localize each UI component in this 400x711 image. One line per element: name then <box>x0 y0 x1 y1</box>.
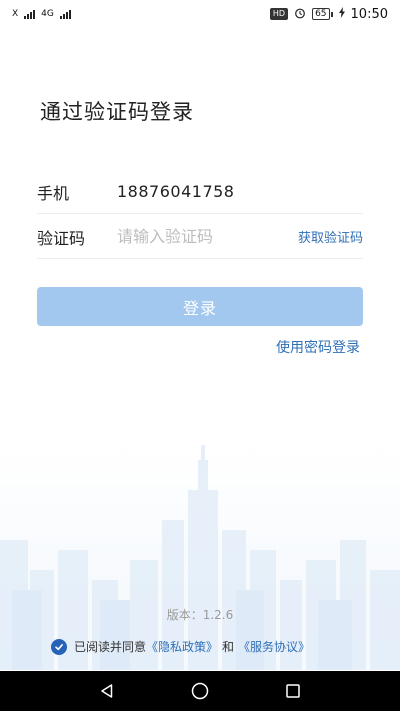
navigation-bar <box>0 671 400 711</box>
signal-strength-icon <box>59 9 71 19</box>
agreement-row: 已阅读并同意 《隐私政策》 和 《服务协议》 <box>51 638 310 655</box>
status-bar-right: HD 65 10:50 <box>269 6 388 22</box>
code-input[interactable] <box>117 227 298 246</box>
no-sim-indicator: X <box>12 8 19 19</box>
password-login-link[interactable]: 使用密码登录 <box>276 337 360 357</box>
privacy-policy-link[interactable]: 《隐私政策》 <box>146 638 218 655</box>
get-code-button[interactable]: 获取验证码 <box>298 227 363 246</box>
status-bar-left: X 4G <box>12 9 71 19</box>
status-bar: X 4G HD 65 10:50 <box>0 0 400 28</box>
recents-square-icon[interactable] <box>278 676 308 706</box>
login-button[interactable]: 登录 <box>37 287 363 326</box>
home-circle-icon[interactable] <box>185 676 215 706</box>
check-icon <box>55 643 63 650</box>
hd-icon: HD <box>269 8 289 20</box>
battery-icon: 65 <box>312 8 333 20</box>
agree-and-text: 和 <box>222 640 235 654</box>
clock-time: 10:50 <box>350 6 388 22</box>
back-triangle-icon[interactable] <box>92 676 122 706</box>
phone-row: 手机 18876041758 <box>37 170 363 214</box>
alarm-icon <box>294 7 306 22</box>
agree-prefix-text: 已阅读并同意 <box>74 640 147 654</box>
page-title: 通过验证码登录 <box>40 100 194 124</box>
charging-icon <box>338 7 345 21</box>
code-label: 验证码 <box>37 228 86 248</box>
network-type-label: 4G <box>41 8 54 19</box>
code-row: 验证码 获取验证码 <box>37 215 363 259</box>
agree-checkbox[interactable] <box>51 638 67 655</box>
signal-icon <box>24 9 36 19</box>
phone-input[interactable]: 18876041758 <box>117 182 363 201</box>
service-agreement-link[interactable]: 《服务协议》 <box>238 638 310 655</box>
city-skyline-background <box>0 440 400 670</box>
phone-label: 手机 <box>37 183 70 203</box>
battery-level: 65 <box>312 8 330 20</box>
version-label: 版本：1.2.6 <box>166 608 234 622</box>
